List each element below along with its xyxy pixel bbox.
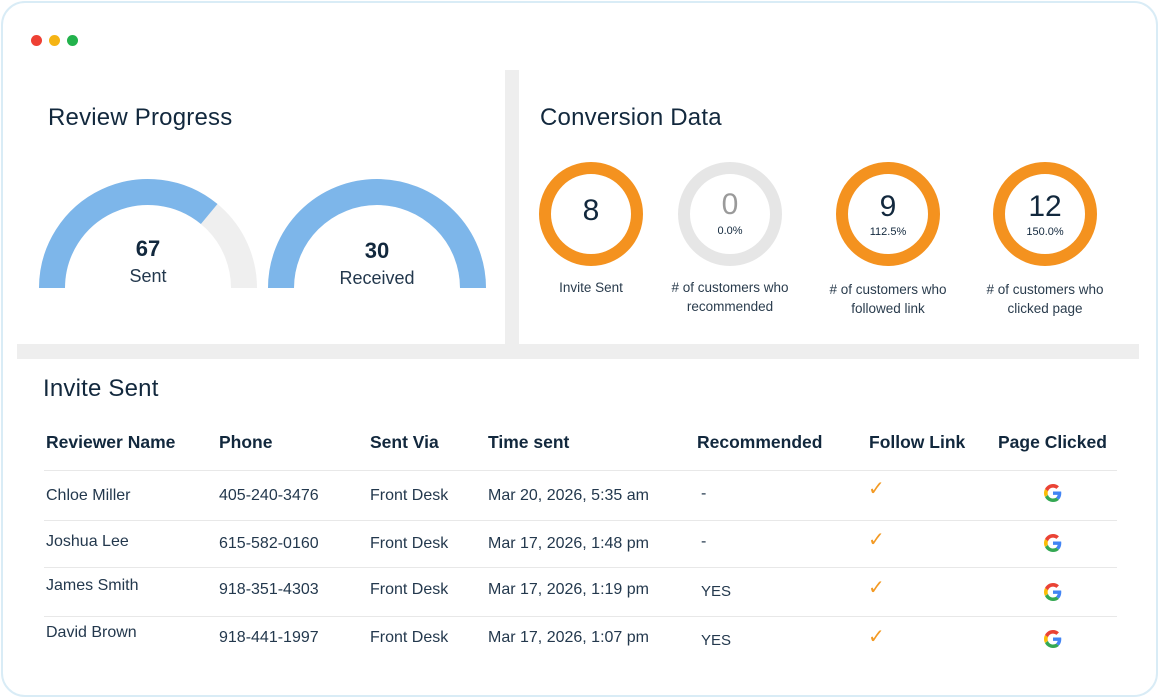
recommended-value: - bbox=[701, 533, 707, 550]
sent-via: Front Desk bbox=[370, 535, 449, 552]
column-header-phone[interactable]: Phone bbox=[219, 432, 272, 453]
conversion-label: # of customers who recommended bbox=[671, 280, 789, 314]
check-icon: ✓ bbox=[868, 478, 885, 500]
conversion-value: 9 bbox=[879, 190, 897, 223]
conversion-recommended: 0 0.0% # of customers who recommended bbox=[645, 162, 815, 316]
column-header-sent-via[interactable]: Sent Via bbox=[370, 432, 439, 453]
google-icon[interactable] bbox=[1044, 484, 1062, 502]
conversion-followed-link: 9 112.5% # of customers who followed lin… bbox=[803, 162, 973, 318]
panel-divider-horizontal bbox=[17, 344, 1139, 359]
time-sent: Mar 17, 2026, 1:48 pm bbox=[488, 535, 649, 552]
conversion-data-title: Conversion Data bbox=[540, 104, 722, 131]
conversion-percent: 112.5% bbox=[869, 226, 907, 238]
conversion-ring: 12 150.0% bbox=[993, 162, 1097, 266]
phone-number: 615-582-0160 bbox=[219, 535, 319, 552]
sent-via: Front Desk bbox=[370, 487, 449, 504]
conversion-label: # of customers who followed link bbox=[829, 282, 947, 316]
reviewer-name: James Smith bbox=[46, 577, 139, 594]
maximize-dot-icon[interactable] bbox=[67, 35, 78, 46]
received-value: 30 bbox=[364, 238, 390, 263]
close-dot-icon[interactable] bbox=[31, 35, 42, 46]
conversion-value: 12 bbox=[1028, 190, 1062, 223]
google-icon[interactable] bbox=[1044, 534, 1062, 552]
conversion-percent: 0.0% bbox=[717, 225, 743, 237]
reviewer-name: Chloe Miller bbox=[46, 487, 131, 504]
time-sent: Mar 17, 2026, 1:07 pm bbox=[488, 629, 649, 646]
row-divider bbox=[44, 520, 1117, 521]
conversion-value: 8 bbox=[582, 194, 600, 227]
google-icon[interactable] bbox=[1044, 630, 1062, 648]
column-header-recommended[interactable]: Recommended bbox=[697, 432, 822, 453]
sent-via: Front Desk bbox=[370, 581, 449, 598]
recommended-value: YES bbox=[701, 583, 732, 600]
reviewer-name: David Brown bbox=[46, 624, 137, 641]
minimize-dot-icon[interactable] bbox=[49, 35, 60, 46]
conversion-label: # of customers who clicked page bbox=[986, 282, 1104, 316]
column-header-follow-link[interactable]: Follow Link bbox=[869, 432, 965, 453]
conversion-ring: 8 bbox=[539, 162, 643, 266]
conversion-ring: 9 112.5% bbox=[836, 162, 940, 266]
column-header-time-sent[interactable]: Time sent bbox=[488, 432, 569, 453]
received-gauge: 30 Received bbox=[267, 178, 487, 298]
conversion-clicked-page: 12 150.0% # of customers who clicked pag… bbox=[960, 162, 1130, 318]
check-icon: ✓ bbox=[868, 529, 885, 551]
phone-number: 918-441-1997 bbox=[219, 629, 319, 646]
sent-via: Front Desk bbox=[370, 629, 449, 646]
window-controls bbox=[31, 35, 78, 46]
row-divider bbox=[44, 470, 1117, 471]
sent-value: 67 bbox=[135, 236, 161, 261]
received-label: Received bbox=[339, 268, 415, 288]
time-sent: Mar 20, 2026, 5:35 am bbox=[488, 487, 649, 504]
recommended-value: - bbox=[701, 485, 707, 502]
phone-number: 918-351-4303 bbox=[219, 581, 319, 598]
time-sent: Mar 17, 2026, 1:19 pm bbox=[488, 581, 649, 598]
column-header-reviewer-name[interactable]: Reviewer Name bbox=[46, 432, 175, 453]
conversion-percent: 150.0% bbox=[1026, 226, 1064, 238]
conversion-value: 0 bbox=[721, 188, 739, 221]
sent-gauge: 67 Sent bbox=[38, 178, 258, 298]
phone-number: 405-240-3476 bbox=[219, 487, 319, 504]
conversion-ring: 0 0.0% bbox=[678, 162, 782, 266]
row-divider bbox=[44, 616, 1117, 617]
column-header-page-clicked[interactable]: Page Clicked bbox=[998, 432, 1107, 453]
check-icon: ✓ bbox=[868, 626, 885, 648]
google-icon[interactable] bbox=[1044, 583, 1062, 601]
recommended-value: YES bbox=[701, 632, 732, 649]
review-progress-title: Review Progress bbox=[48, 104, 233, 131]
sent-label: Sent bbox=[129, 266, 167, 286]
check-icon: ✓ bbox=[868, 577, 885, 599]
reviewer-name: Joshua Lee bbox=[46, 533, 129, 550]
invite-sent-title: Invite Sent bbox=[43, 375, 159, 402]
row-divider bbox=[44, 567, 1117, 568]
